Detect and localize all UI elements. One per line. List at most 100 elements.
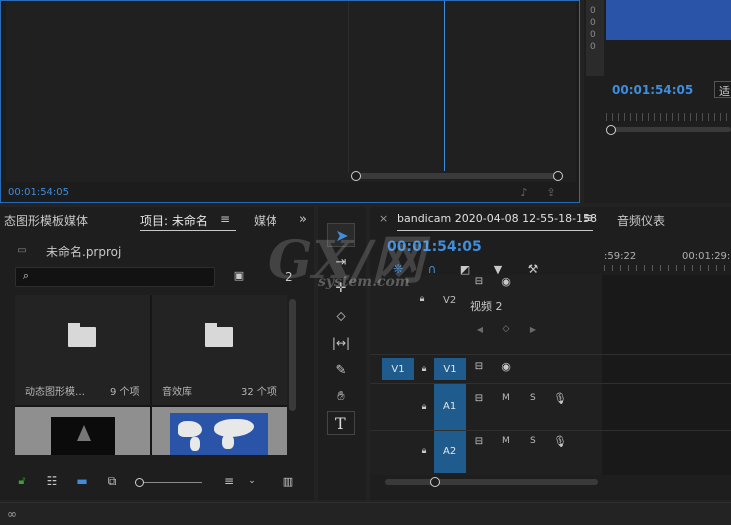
bin-tile[interactable]: 音效库 32 个项	[152, 295, 287, 405]
program-timecode[interactable]: 00:01:54:05	[612, 83, 693, 97]
sync-lock-icon[interactable]: ⊟	[472, 360, 486, 372]
linked-selection-icon[interactable]: ◩	[457, 262, 473, 276]
mute-button[interactable]: M	[502, 436, 510, 446]
project-file-name: 未命名.prproj	[46, 245, 122, 259]
media-thumbnail[interactable]	[152, 407, 287, 455]
folder-icon	[205, 327, 233, 347]
source-patch-v1[interactable]: V1	[382, 358, 414, 380]
track-label-v2: V2	[443, 295, 457, 306]
program-scroll-handle[interactable]	[606, 125, 616, 135]
lock-icon[interactable]: 🔒︎	[416, 293, 428, 305]
nest-icon[interactable]: ❊	[390, 262, 406, 276]
sync-lock-icon[interactable]: ⊟	[472, 435, 486, 447]
tab-project[interactable]: 项目: 未命名	[140, 212, 208, 229]
find-bin-icon[interactable]: ▣	[231, 267, 247, 283]
track-divider	[370, 430, 731, 431]
tab-media[interactable]: 媒体	[254, 212, 276, 229]
sequence-tab[interactable]: bandicam 2020-04-08 12-55-18-158	[397, 212, 597, 225]
map-landmass	[178, 421, 202, 437]
panel-menu-icon[interactable]: ≡	[219, 212, 231, 226]
next-keyframe-icon[interactable]: ▶	[527, 323, 539, 335]
timeline-panel: × bandicam 2020-04-08 12-55-18-158 ≡ 音频仪…	[370, 207, 731, 500]
tab-audio-meters[interactable]: 音频仪表	[617, 212, 665, 229]
bin-grid: 动态图形模… 9 个项 音效库 32 个项	[15, 295, 287, 455]
bin-name: 动态图形模…	[25, 387, 85, 398]
zoom-slider-handle[interactable]	[135, 478, 144, 487]
timeline-scrollbar[interactable]	[385, 479, 598, 485]
world-map-image	[170, 413, 268, 455]
pen-icon[interactable]: ✎	[332, 361, 350, 379]
folder-icon-tab	[205, 323, 217, 328]
list-view-icon[interactable]: ☷	[44, 474, 60, 488]
chevron-down-icon[interactable]: ⌄	[246, 474, 258, 488]
source-video-divider	[348, 1, 349, 173]
timeline-scroll-handle[interactable]	[430, 477, 440, 487]
fit-dropdown[interactable]: 适	[714, 81, 731, 98]
lock-icon[interactable]: 🔓︎	[15, 474, 29, 488]
lock-icon[interactable]: 🔒︎	[418, 445, 430, 457]
track-target-a1[interactable]: A1	[434, 384, 466, 430]
eye-icon[interactable]: ◉	[499, 360, 513, 373]
project-panel: 态图形模板媒体 项目: 未命名 ≡ 媒体 » ▭ 未命名.prproj ⌕ ▣ …	[0, 207, 314, 500]
program-ruler	[606, 113, 731, 121]
project-vertical-scrollbar[interactable]	[289, 299, 296, 411]
microphone-icon[interactable]: 🎙︎	[553, 434, 567, 448]
solo-button[interactable]: S	[530, 436, 536, 446]
freeform-view-icon[interactable]: ⧉	[103, 474, 121, 488]
razor-icon[interactable]: ⬦	[332, 307, 350, 325]
automate-sequence-icon[interactable]: ▥	[280, 474, 296, 488]
sync-lock-icon[interactable]: ⊟	[472, 275, 486, 287]
eye-icon[interactable]: ◉	[499, 275, 513, 288]
source-scroll-handle-right[interactable]	[553, 171, 563, 181]
media-thumbnail[interactable]	[15, 407, 150, 455]
creative-cloud-icon[interactable]: ∞	[4, 506, 20, 522]
sync-lock-icon[interactable]: ⊟	[472, 392, 486, 404]
program-zoom-scrollbar[interactable]	[608, 127, 731, 132]
source-timecode[interactable]: 00:01:54:05	[8, 187, 69, 198]
tab-essential-graphics[interactable]: 态图形模板媒体	[4, 212, 88, 229]
export-frame-icon[interactable]: ⇪	[543, 185, 559, 199]
microphone-icon[interactable]: 🎙︎	[553, 391, 567, 405]
icon-view-icon[interactable]: ▬	[75, 474, 89, 488]
source-zoom-scrollbar[interactable]	[353, 173, 559, 179]
meter-tick: 0	[590, 6, 596, 16]
hand-icon[interactable]: ✋︎	[332, 387, 350, 405]
zoom-slider[interactable]	[140, 482, 202, 483]
close-icon[interactable]: ×	[379, 212, 388, 225]
timeline-timecode[interactable]: 00:01:54:05	[387, 239, 482, 255]
ripple-edit-icon[interactable]: ✛	[332, 279, 350, 297]
time-ruler[interactable]: :59:22 00:01:29:2	[604, 245, 731, 273]
sequence-tab-underline	[397, 230, 593, 231]
lock-icon[interactable]: 🔒︎	[418, 363, 430, 375]
type-tool[interactable]: T	[327, 411, 355, 435]
tab-project-underline	[140, 230, 236, 231]
track-target-v1-label: V1	[443, 363, 457, 375]
map-landmass	[190, 437, 200, 451]
meter-tick: 0	[590, 18, 596, 28]
map-landmass	[222, 435, 234, 449]
track-target-a2-label: A2	[443, 446, 457, 457]
add-keyframe-icon[interactable]: ◇	[500, 323, 512, 335]
track-target-v1[interactable]: V1	[434, 358, 466, 380]
more-tabs-icon[interactable]: »	[296, 211, 310, 227]
track-target-a2[interactable]: A2	[434, 431, 466, 473]
search-icon: ⌕	[22, 269, 30, 282]
prev-keyframe-icon[interactable]: ◀	[474, 323, 486, 335]
bin-tile[interactable]: 动态图形模… 9 个项	[15, 295, 150, 405]
mute-button[interactable]: M	[502, 393, 510, 403]
timeline-menu-icon[interactable]: ≡	[583, 211, 594, 226]
solo-button[interactable]: S	[530, 393, 536, 403]
search-input[interactable]: ⌕	[15, 267, 215, 287]
track-name-v2: 视频 2	[470, 300, 503, 313]
drag-audio-icon[interactable]: ♪	[516, 185, 532, 199]
snap-magnet-icon[interactable]: ∩	[424, 262, 440, 276]
lock-icon[interactable]: 🔒︎	[418, 401, 430, 413]
slip-icon[interactable]: |↔|	[330, 334, 352, 352]
program-monitor: 0 0 0 0 00:01:54:05 适	[584, 0, 731, 203]
source-scroll-handle-left[interactable]	[351, 171, 361, 181]
source-patch-v1-label: V1	[391, 363, 405, 375]
project-file-icon: ▭	[17, 244, 27, 256]
sort-icon[interactable]: ≡	[222, 474, 236, 488]
track-select-icon[interactable]: ⇥	[332, 253, 350, 271]
selection-tool[interactable]: ➤	[327, 223, 355, 247]
